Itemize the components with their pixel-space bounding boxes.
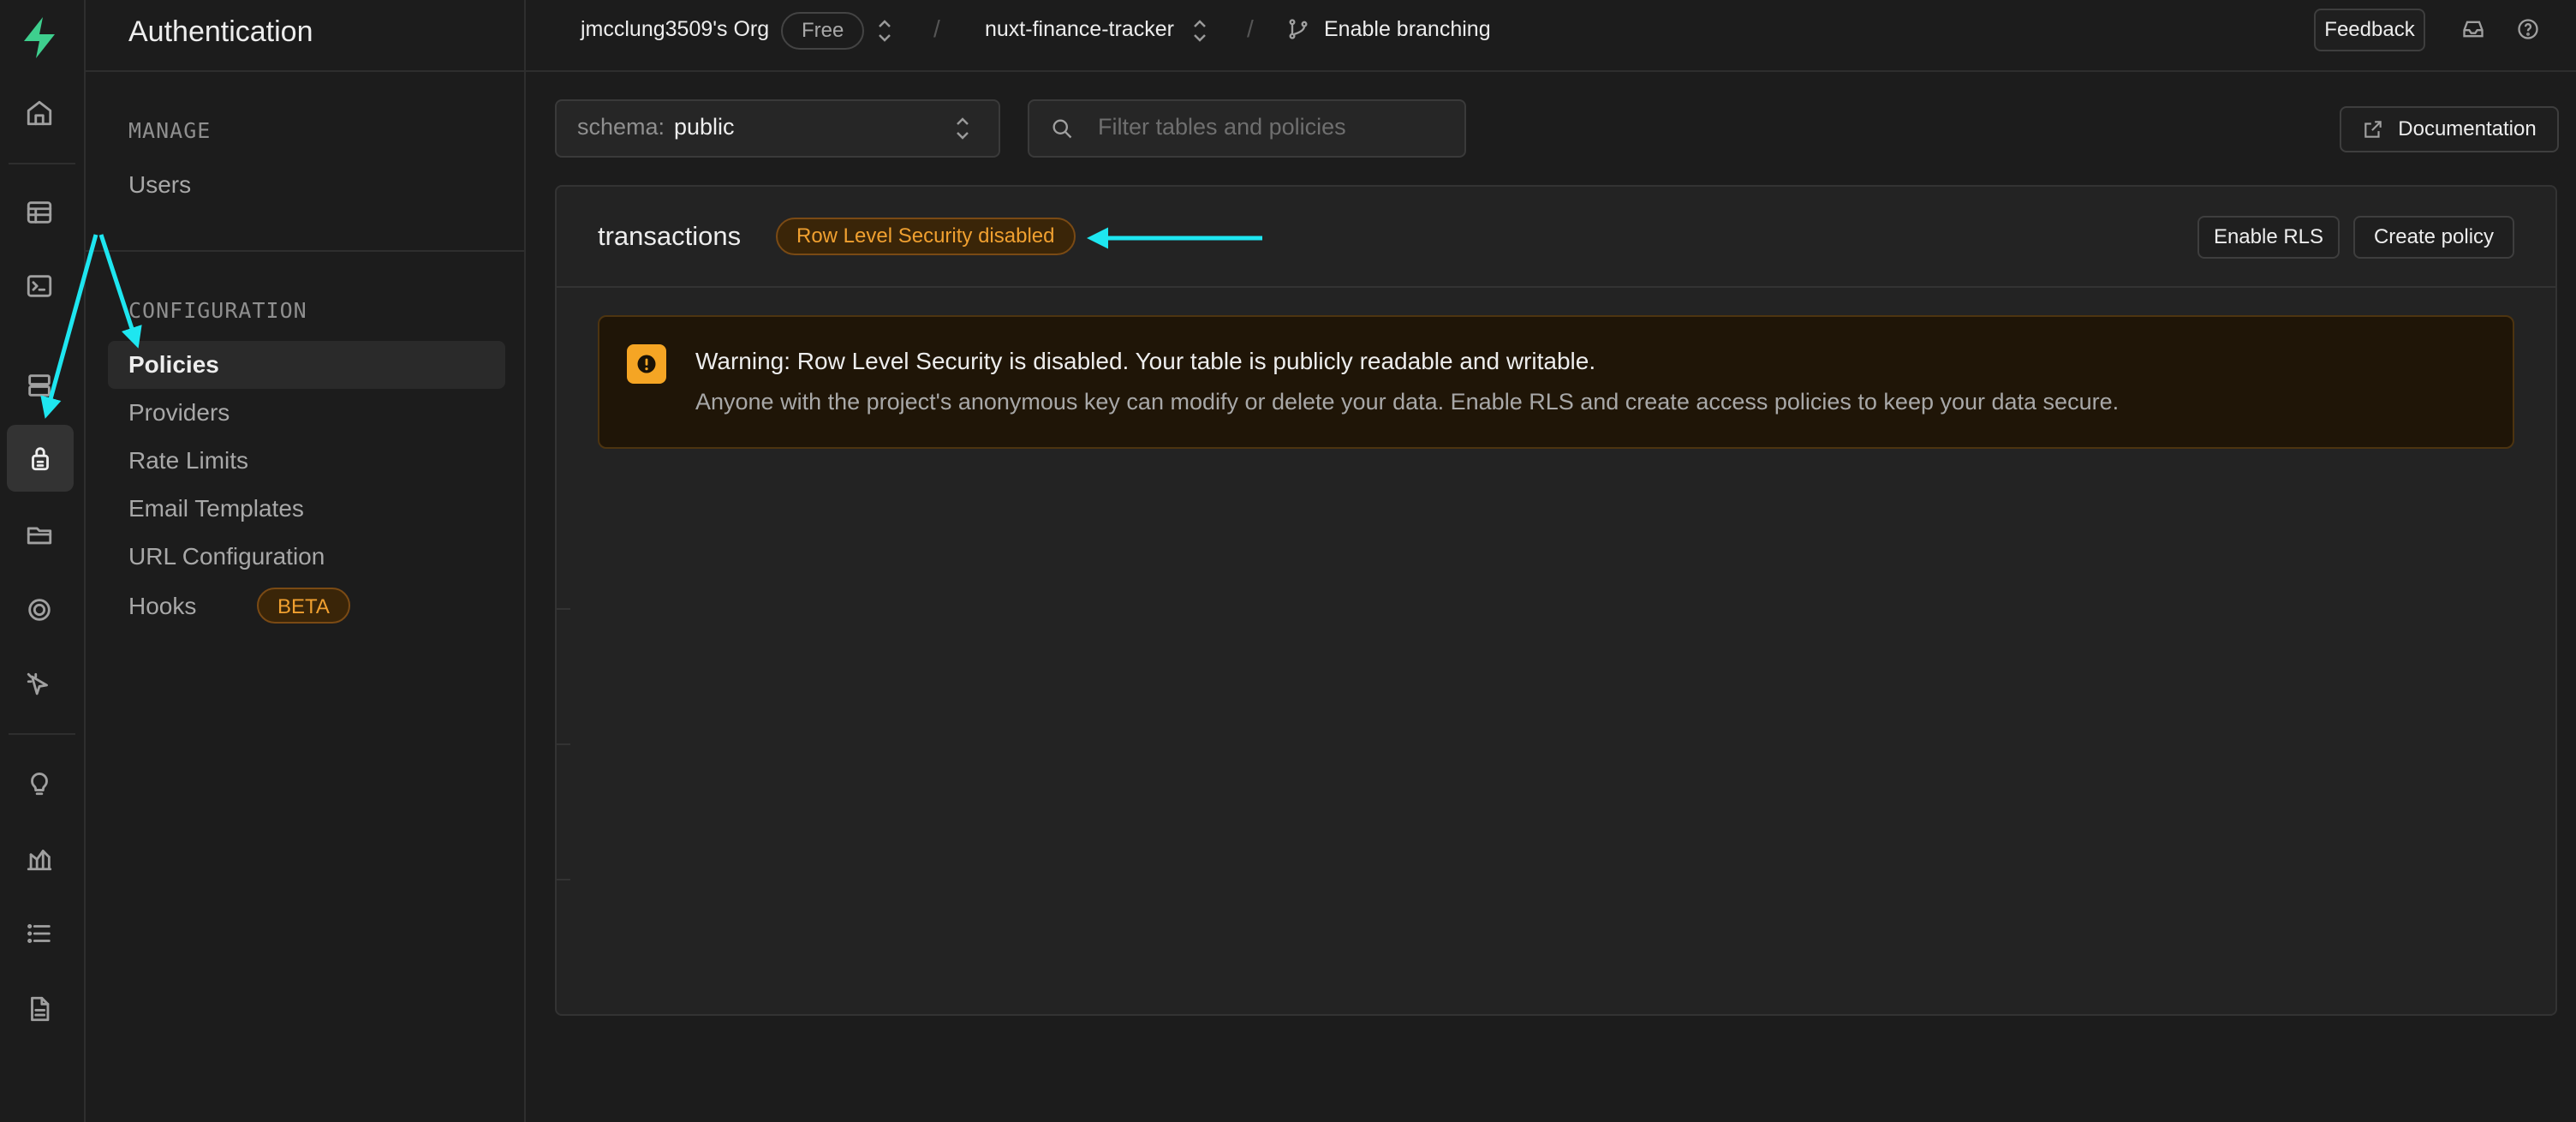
annotation-arrow-to-auth-icon [40, 234, 98, 419]
annotation-arrow-to-policies [98, 234, 142, 349]
annotation-overlay [40, 227, 1262, 419]
